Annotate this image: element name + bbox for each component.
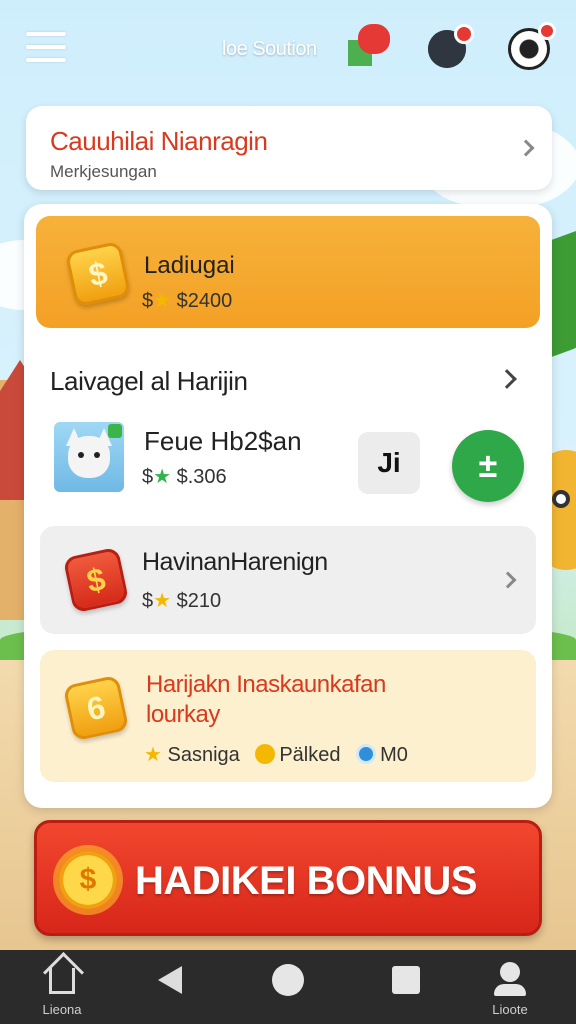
promo-tag: ★ Sasniga: [144, 744, 240, 766]
currency-prefix: $: [142, 290, 154, 312]
soccer-ball-icon[interactable]: [506, 22, 556, 70]
check-badge-icon: [108, 424, 122, 438]
home-icon: [49, 968, 75, 994]
bonus-coin-icon: 6: [62, 674, 130, 742]
add-button[interactable]: ±: [452, 430, 524, 502]
nav-item-profile[interactable]: Lioote: [470, 950, 550, 1024]
pet-item-name: Feue Hb2$an: [144, 426, 302, 456]
list-item-name: HavinanHarenign: [142, 548, 328, 576]
home-circle-icon: [272, 964, 304, 996]
star-icon: ★: [153, 290, 172, 312]
main-panel: $ Ladiugai $★ $2400 Laivagel al Harijin …: [24, 204, 552, 808]
sun-coin-icon: $: [59, 851, 117, 909]
coin-icon: [255, 744, 276, 764]
flag-icon[interactable]: [346, 22, 394, 70]
creature-eye-decoration: [552, 490, 570, 508]
blue-coin-icon: [356, 744, 377, 764]
header-title: loe Soution: [222, 38, 317, 60]
notification-subtitle: Merkjesungan: [50, 162, 157, 181]
currency-prefix: $: [142, 466, 154, 488]
promo-card[interactable]: 6 Harijakn Inaskaunkafan lourkay ★ Sasni…: [40, 650, 536, 782]
nav-item-back[interactable]: [130, 950, 210, 1024]
nav-label: Lieona: [42, 1002, 82, 1017]
top-header: loe Soution: [0, 0, 576, 96]
back-icon: [158, 966, 182, 994]
chevron-right-icon: [499, 571, 517, 589]
star-icon: ★: [153, 590, 172, 612]
pet-amount: $.306: [176, 466, 227, 488]
promo-title: Harijakn Inaskaunkafan lourkay: [146, 671, 386, 728]
notification-title: Cauuhilai Nianragin: [50, 126, 268, 156]
notification-dot: [454, 24, 474, 44]
nav-item-home[interactable]: Lieona: [22, 950, 102, 1024]
green-star-icon: ★: [153, 466, 172, 488]
dollar-coin-icon: $: [64, 240, 132, 308]
recents-icon: [392, 966, 420, 994]
chevron-right-icon: [517, 139, 535, 157]
plus-icon: ±: [478, 446, 498, 485]
section-chevron-icon[interactable]: [497, 369, 517, 389]
currency-prefix: $: [142, 590, 154, 612]
share-button[interactable]: Ji: [358, 432, 420, 494]
pet-amount-row: $★ $.306: [142, 464, 227, 489]
star-icon: ★: [144, 744, 162, 766]
balance-card[interactable]: $ Ladiugai $★ $2400: [36, 216, 540, 328]
balance-amount-row: $★ $2400: [142, 288, 232, 313]
balance-amount: $2400: [176, 290, 233, 312]
nav-item-recents[interactable]: [366, 950, 446, 1024]
share-icon: Ji: [377, 447, 401, 478]
profile-icon: [494, 962, 526, 996]
bottom-nav: Lieona Lioote: [0, 950, 576, 1024]
nav-item-home-circle[interactable]: [248, 950, 328, 1024]
notification-card[interactable]: Cauuhilai Nianragin Merkjesungan: [26, 106, 552, 190]
red-coin-icon: $: [62, 546, 130, 614]
bonus-button-label: HADIKEI BONNUS: [135, 859, 477, 903]
promo-tags: ★ Sasniga Pälked M0: [144, 742, 418, 767]
bonus-button[interactable]: $ HADIKEI BONNUS: [34, 820, 542, 936]
menu-icon[interactable]: [26, 30, 66, 64]
section-title: Laivagel al Harijin: [50, 366, 248, 396]
balance-label: Ladiugai: [144, 252, 235, 279]
nav-label: Lioote: [492, 1002, 528, 1017]
pet-thumbnail[interactable]: [54, 422, 124, 492]
list-item[interactable]: $ HavinanHarenign $★ $210: [40, 526, 536, 634]
notification-dot: [538, 22, 556, 40]
list-item-amount-row: $★ $210: [142, 588, 221, 613]
gear-icon[interactable]: [426, 22, 474, 70]
list-item-amount: $210: [176, 590, 222, 612]
promo-tag: Pälked: [255, 744, 341, 767]
promo-tag: M0: [356, 744, 408, 767]
